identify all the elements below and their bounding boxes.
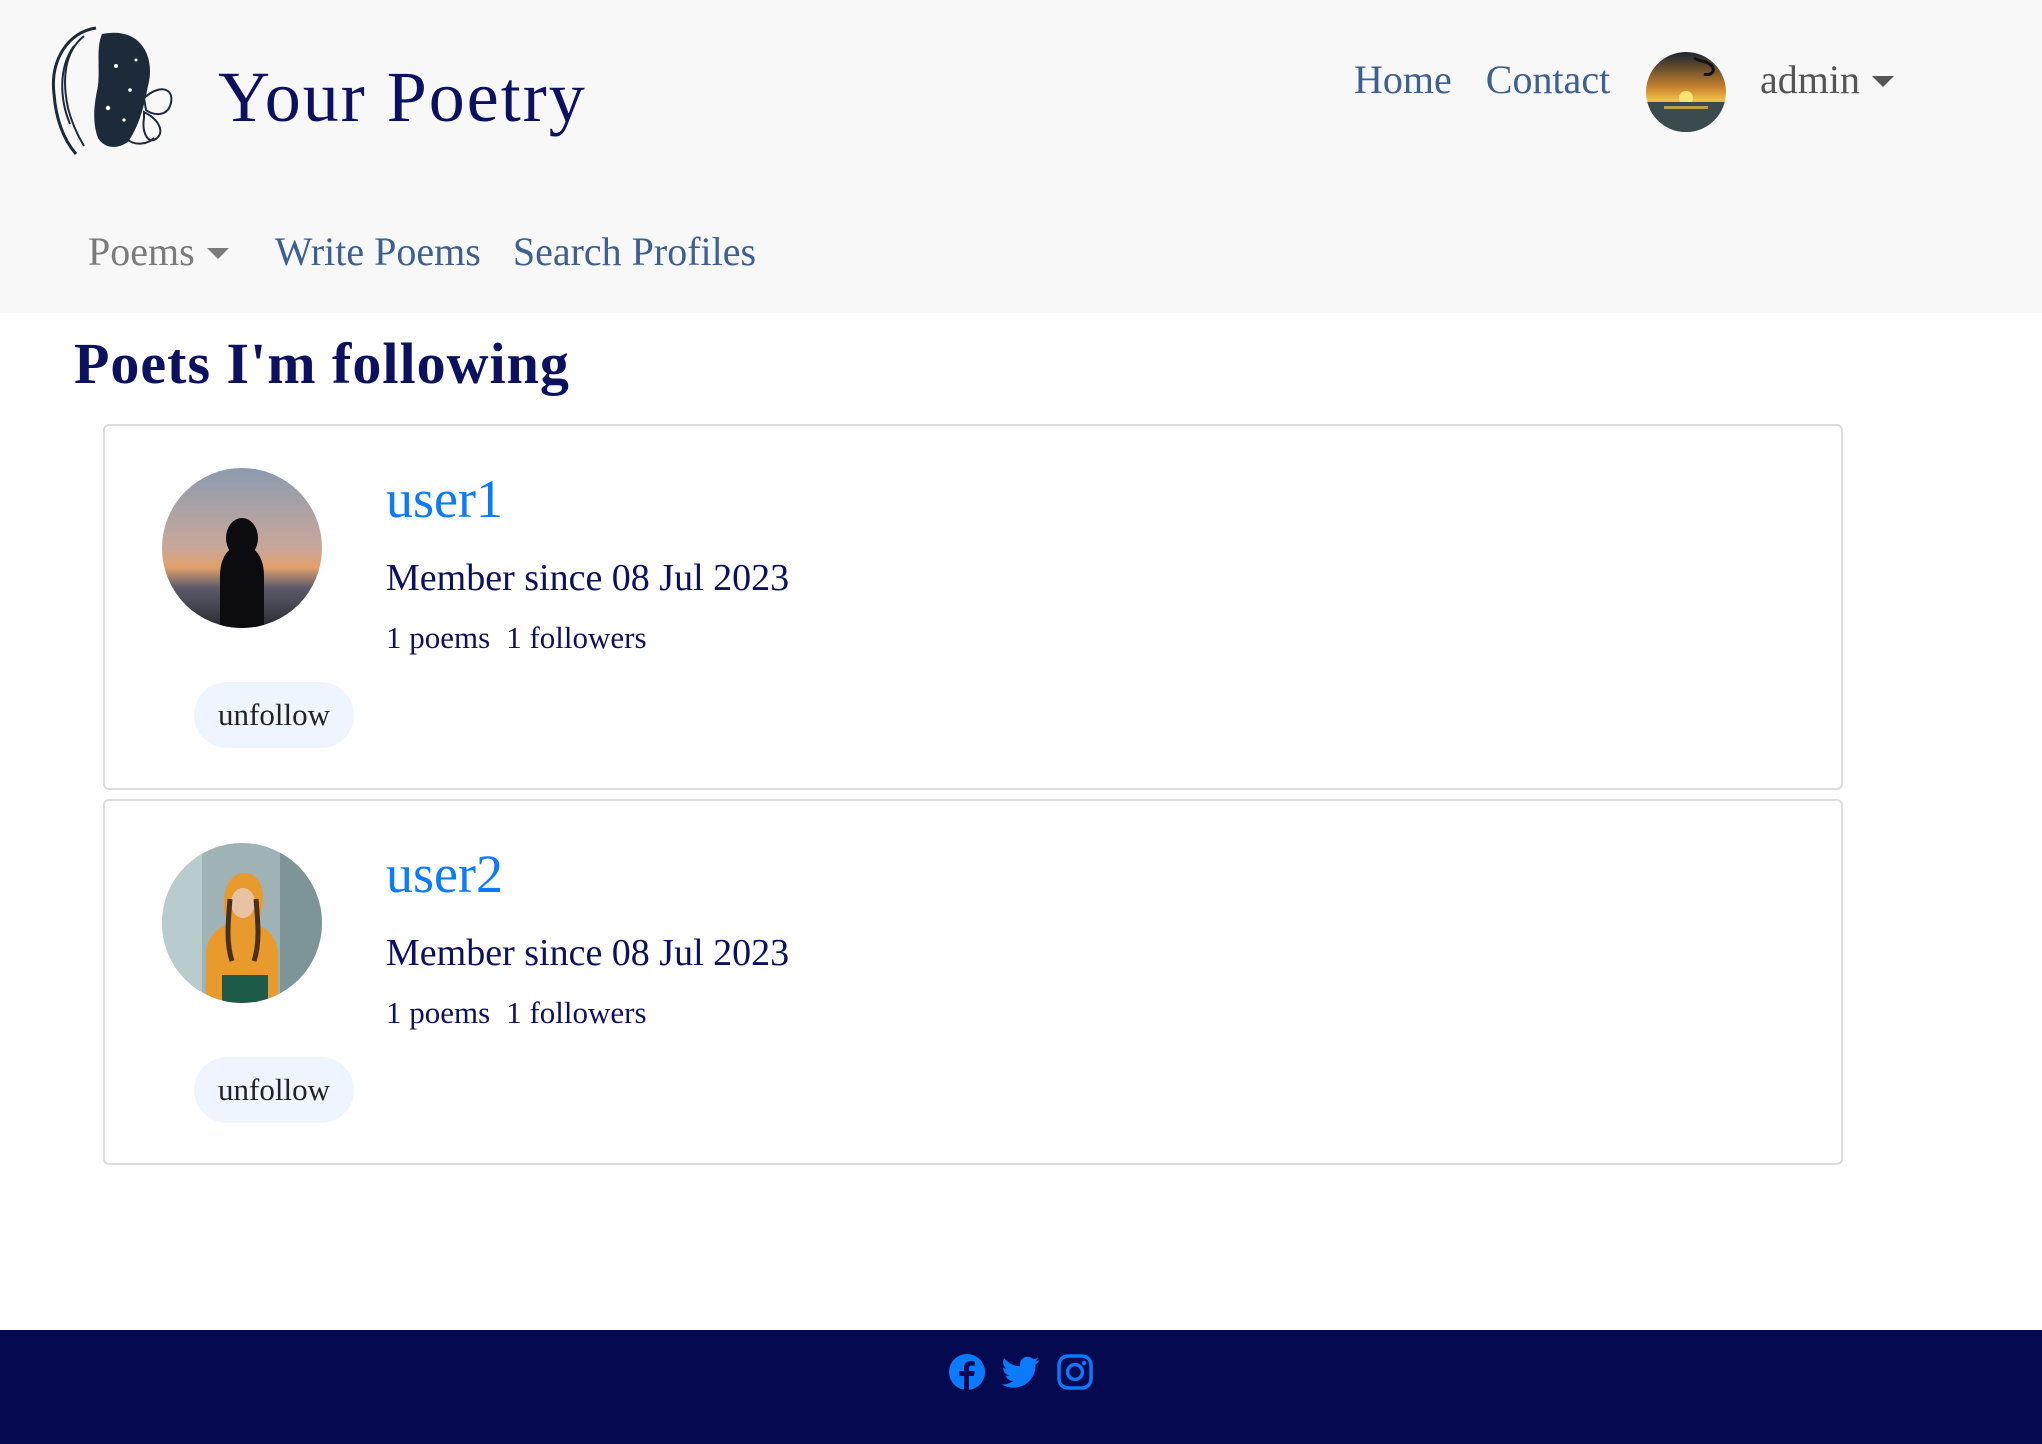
unfollow-button[interactable]: unfollow — [194, 682, 354, 748]
poet-avatar[interactable] — [162, 843, 322, 1003]
unfollow-button[interactable]: unfollow — [194, 1057, 354, 1123]
site-header: Your Poetry Home Contact admin Poems Wri… — [0, 0, 2042, 313]
member-since: Member since 08 Jul 2023 — [386, 932, 790, 974]
member-since: Member since 08 Jul 2023 — [386, 557, 790, 599]
poet-avatar[interactable] — [162, 468, 322, 628]
follower-count: 1 followers — [506, 995, 647, 1030]
top-nav: Home Contact — [1354, 56, 1610, 103]
poet-card: user2 Member since 08 Jul 2023 1 poems 1… — [103, 799, 1843, 1165]
poet-username[interactable]: user2 — [386, 843, 503, 905]
poet-username[interactable]: user1 — [386, 468, 503, 530]
site-footer — [0, 1330, 2042, 1444]
page-title: Poets I'm following — [74, 331, 570, 396]
poet-stats: 1 poems 1 followers — [386, 995, 647, 1031]
poems-label: Poems — [88, 229, 195, 274]
social-links — [0, 1330, 2042, 1414]
poetry-logo[interactable] — [44, 20, 178, 160]
nav-home-link[interactable]: Home — [1354, 56, 1452, 103]
facebook-icon[interactable] — [948, 1353, 986, 1391]
user-avatar[interactable] — [1646, 52, 1726, 132]
user-dropdown[interactable]: admin — [1760, 56, 1894, 103]
follower-count: 1 followers — [506, 620, 647, 655]
write-poems-link[interactable]: Write Poems — [275, 228, 481, 275]
search-profiles-link[interactable]: Search Profiles — [513, 228, 756, 275]
poem-count: 1 poems — [386, 995, 491, 1030]
secondary-nav: Poems Write Poems Search Profiles — [88, 228, 756, 275]
instagram-icon[interactable] — [1056, 1353, 1094, 1391]
chevron-down-icon — [206, 248, 229, 259]
twitter-icon[interactable] — [1001, 1353, 1040, 1391]
chevron-down-icon — [1871, 76, 1894, 87]
poet-card: user1 Member since 08 Jul 2023 1 poems 1… — [103, 424, 1843, 790]
nav-contact-link[interactable]: Contact — [1486, 56, 1610, 103]
poems-dropdown[interactable]: Poems — [88, 228, 229, 275]
user-name: admin — [1760, 57, 1860, 102]
brand-title[interactable]: Your Poetry — [218, 56, 587, 139]
poet-stats: 1 poems 1 followers — [386, 620, 647, 656]
poem-count: 1 poems — [386, 620, 491, 655]
